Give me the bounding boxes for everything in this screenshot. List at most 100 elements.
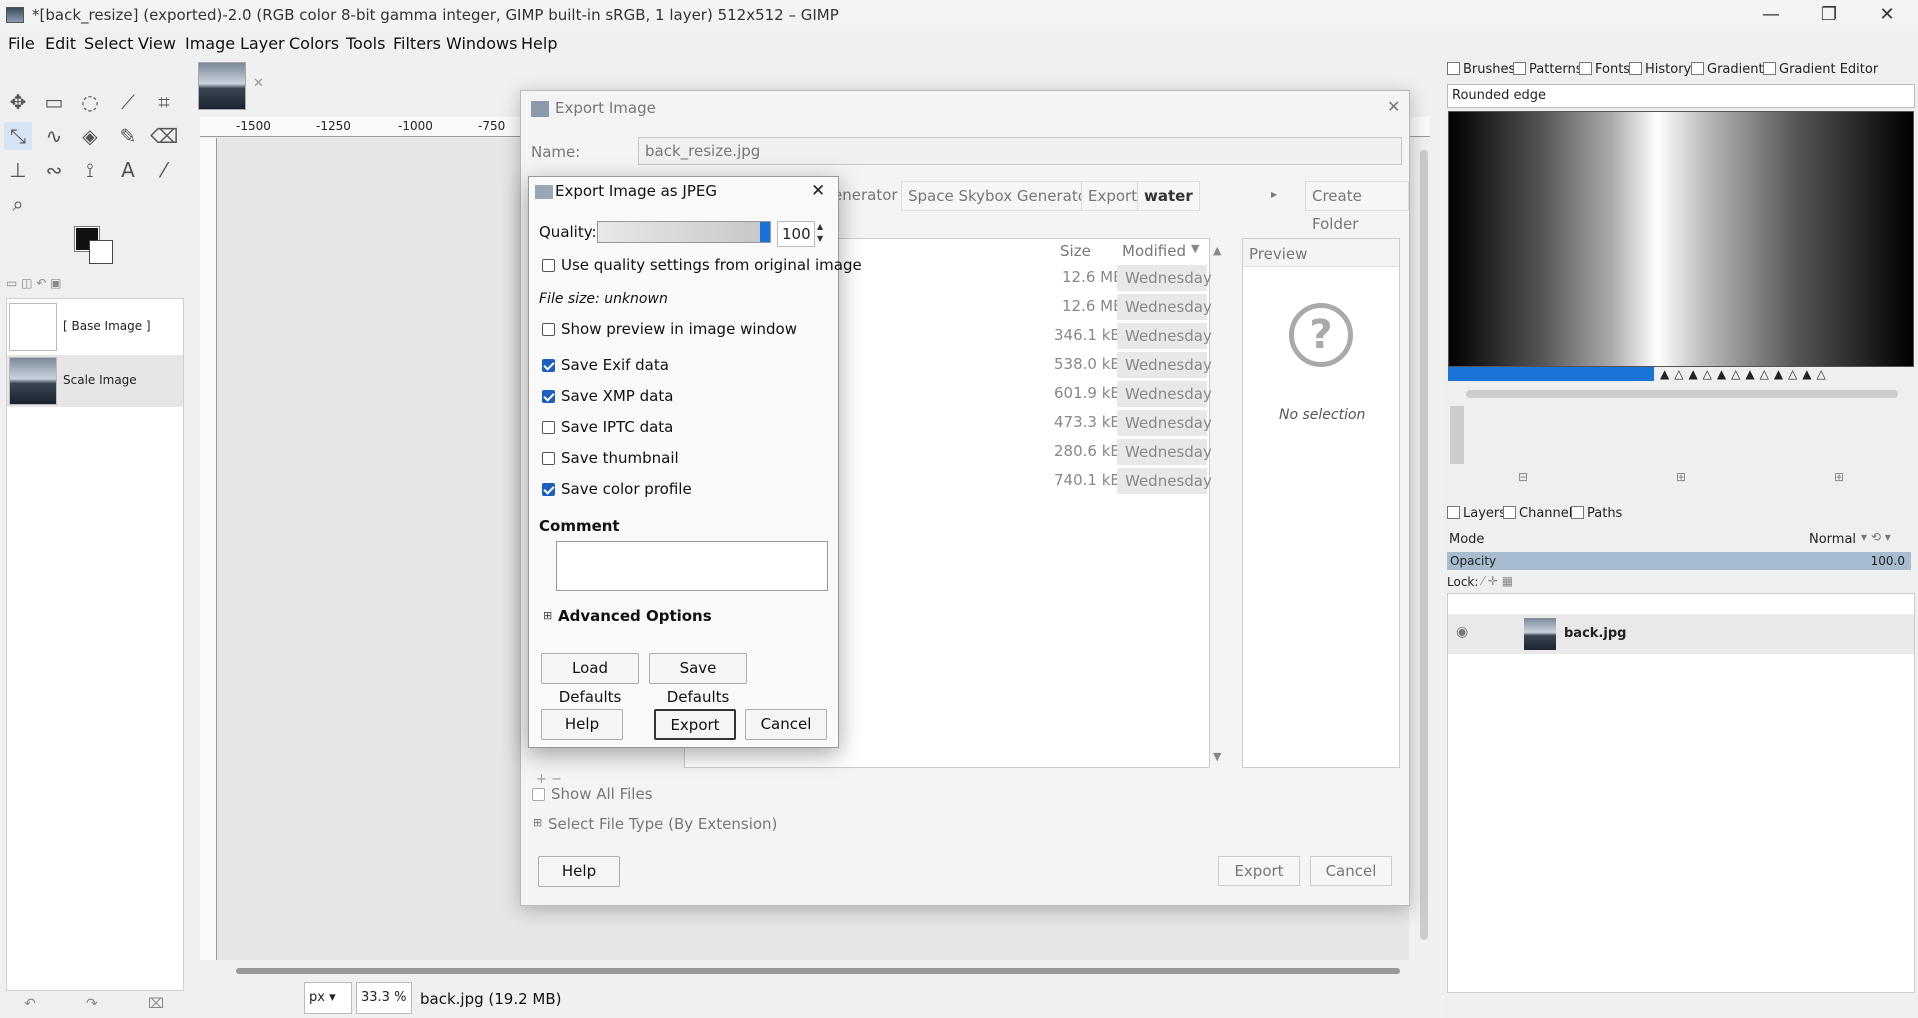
path-scroll-right-icon[interactable]: ▸ <box>1271 187 1277 201</box>
menu-colors[interactable]: Colors <box>289 34 339 53</box>
tab-channels[interactable]: Channels <box>1503 506 1579 521</box>
path-button-water[interactable]: water <box>1137 181 1200 211</box>
quality-slider[interactable] <box>597 221 771 243</box>
save-exif-checkbox[interactable] <box>542 359 555 372</box>
canvas-vertical-scrollbar[interactable] <box>1420 150 1428 940</box>
save-thumbnail-checkbox[interactable] <box>542 452 555 465</box>
tab-paths[interactable]: Paths <box>1571 506 1622 521</box>
file-modified[interactable]: Wednesday <box>1117 439 1212 465</box>
jpeg-dialog-close-button[interactable]: ✕ <box>811 181 825 201</box>
path-button-skybox[interactable]: Space Skybox Generator <box>901 181 1101 211</box>
opacity-slider[interactable]: Opacity 100.0 <box>1447 552 1911 570</box>
image-tab-thumbnail[interactable] <box>198 62 246 110</box>
show-all-files-checkbox[interactable] <box>532 788 545 801</box>
gradient-zoom-slider[interactable] <box>1450 406 1464 464</box>
zoom-tool-icon[interactable]: ⌕ <box>4 190 32 218</box>
export-dialog-export-button[interactable]: Export <box>1218 856 1300 886</box>
tab-history[interactable]: History <box>1629 62 1691 77</box>
expand-advanced-icon[interactable]: ⊞ <box>543 609 552 622</box>
export-dialog-cancel-button[interactable]: Cancel <box>1310 856 1392 886</box>
warp-tool-icon[interactable]: ∿ <box>40 122 68 150</box>
file-modified[interactable]: Wednesday <box>1117 410 1212 436</box>
close-window-button[interactable]: ✕ <box>1864 0 1910 30</box>
save-defaults-button[interactable]: Save Defaults <box>649 653 747 706</box>
zoom-in-icon[interactable]: ⊞ <box>1676 470 1686 484</box>
expand-file-type-icon[interactable]: ⊞ <box>533 816 542 829</box>
menu-tools[interactable]: Tools <box>346 34 385 53</box>
gradient-preview[interactable] <box>1448 111 1914 367</box>
zoom-all-icon[interactable]: ⊞ <box>1834 470 1844 484</box>
export-dialog-help-button[interactable]: Help <box>538 856 620 887</box>
zoom-out-icon[interactable]: ⊟ <box>1518 470 1528 484</box>
load-defaults-button[interactable]: Load Defaults <box>541 653 639 706</box>
text-tool-icon[interactable]: A <box>114 156 142 184</box>
tab-fonts[interactable]: Fonts <box>1579 62 1630 77</box>
quality-spin-input[interactable]: 100 <box>777 221 815 247</box>
rect-select-tool-icon[interactable]: ▭ <box>40 88 68 116</box>
quality-slider-handle[interactable] <box>760 222 770 242</box>
fuzzy-select-tool-icon[interactable]: ⟋ <box>114 88 142 116</box>
gradient-stop-handles[interactable]: ▲△▲△▲△▲△▲△▲△ <box>1660 367 1914 381</box>
undo-item-base-image[interactable]: [ Base Image ] <box>7 301 183 353</box>
use-original-quality-checkbox[interactable] <box>542 259 555 272</box>
tab-brushes[interactable]: Brushes <box>1447 62 1515 77</box>
mode-dropdown-icon[interactable]: ▾ ⟲ ▾ <box>1861 530 1891 544</box>
close-image-tab-icon[interactable]: ✕ <box>253 76 264 91</box>
create-folder-button[interactable]: Create Folder <box>1305 181 1409 233</box>
show-preview-checkbox[interactable] <box>542 323 555 336</box>
tab-layers[interactable]: Layers <box>1447 506 1506 521</box>
undo-history-tab-icons[interactable]: ▭ ◫ ↶ ▣ <box>6 276 184 290</box>
menu-select[interactable]: Select <box>84 34 133 53</box>
menu-windows[interactable]: Windows <box>446 34 517 53</box>
mode-select[interactable]: Normal <box>1809 532 1856 547</box>
maximize-button[interactable]: ❐ <box>1806 0 1852 30</box>
list-scroll-up-icon[interactable]: ▲ <box>1213 244 1221 257</box>
scale-tool-icon[interactable]: ⤡ <box>4 122 32 150</box>
path-button-export[interactable]: Export <box>1081 181 1145 211</box>
lasso-tool-icon[interactable]: ◌ <box>76 88 104 116</box>
layer-row-back-jpg[interactable]: ◉ back.jpg <box>1448 614 1914 654</box>
menu-filters[interactable]: Filters <box>393 34 441 53</box>
menu-layer[interactable]: Layer <box>240 34 285 53</box>
paths-tool-icon[interactable]: ⟟ <box>76 156 104 184</box>
smudge-tool-icon[interactable]: ∾ <box>40 156 68 184</box>
file-modified[interactable]: Wednesday <box>1117 294 1212 320</box>
file-modified[interactable]: Wednesday <box>1117 468 1212 494</box>
color-picker-tool-icon[interactable]: ⁄ <box>150 156 178 184</box>
file-modified[interactable]: Wednesday <box>1117 352 1212 378</box>
export-dialog-close-button[interactable]: ✕ <box>1387 97 1400 116</box>
tab-patterns[interactable]: Patterns <box>1513 62 1583 77</box>
advanced-options-expander[interactable]: Advanced Options <box>558 607 712 625</box>
column-header-size[interactable]: Size <box>1060 242 1091 260</box>
background-color-swatch[interactable] <box>89 240 113 264</box>
comment-textarea[interactable] <box>556 541 828 591</box>
file-modified[interactable]: Wednesday <box>1117 265 1212 291</box>
column-header-modified[interactable]: Modified <box>1122 242 1186 260</box>
jpeg-export-button[interactable]: Export <box>654 709 736 740</box>
save-xmp-checkbox[interactable] <box>542 390 555 403</box>
menu-file[interactable]: File <box>8 34 35 53</box>
gradient-name-field[interactable]: Rounded edge <box>1447 84 1915 108</box>
jpeg-help-button[interactable]: Help <box>541 709 623 740</box>
save-iptc-checkbox[interactable] <box>542 421 555 434</box>
move-tool-icon[interactable]: ✥ <box>4 88 32 116</box>
lock-icons[interactable]: ⁄ ✛ ▦ <box>1482 574 1513 588</box>
gradient-scrollbar[interactable] <box>1466 390 1898 398</box>
unit-select[interactable]: px ▾ <box>304 982 352 1014</box>
save-color-profile-checkbox[interactable] <box>542 483 555 496</box>
eraser-tool-icon[interactable]: ⌫ <box>150 122 178 150</box>
redo-icon[interactable]: ↷ <box>86 996 98 1012</box>
tab-gradient-editor[interactable]: Gradient Editor <box>1763 62 1878 77</box>
clone-tool-icon[interactable]: ⊥ <box>4 156 32 184</box>
eye-icon[interactable]: ◉ <box>1456 624 1468 640</box>
undo-item-scale-image[interactable]: Scale Image <box>7 355 183 407</box>
menu-help[interactable]: Help <box>521 34 557 53</box>
clear-history-icon[interactable]: ⌧ <box>148 996 164 1012</box>
jpeg-cancel-button[interactable]: Cancel <box>745 709 827 740</box>
undo-icon[interactable]: ↶ <box>24 996 36 1012</box>
select-file-type-expander[interactable]: Select File Type (By Extension) <box>548 815 777 833</box>
quality-spin-arrows-icon[interactable]: ▲ ▼ <box>817 221 823 245</box>
file-modified[interactable]: Wednesday <box>1117 323 1212 349</box>
bucket-fill-tool-icon[interactable]: ◈ <box>76 122 104 150</box>
paintbrush-tool-icon[interactable]: ✎ <box>114 122 142 150</box>
